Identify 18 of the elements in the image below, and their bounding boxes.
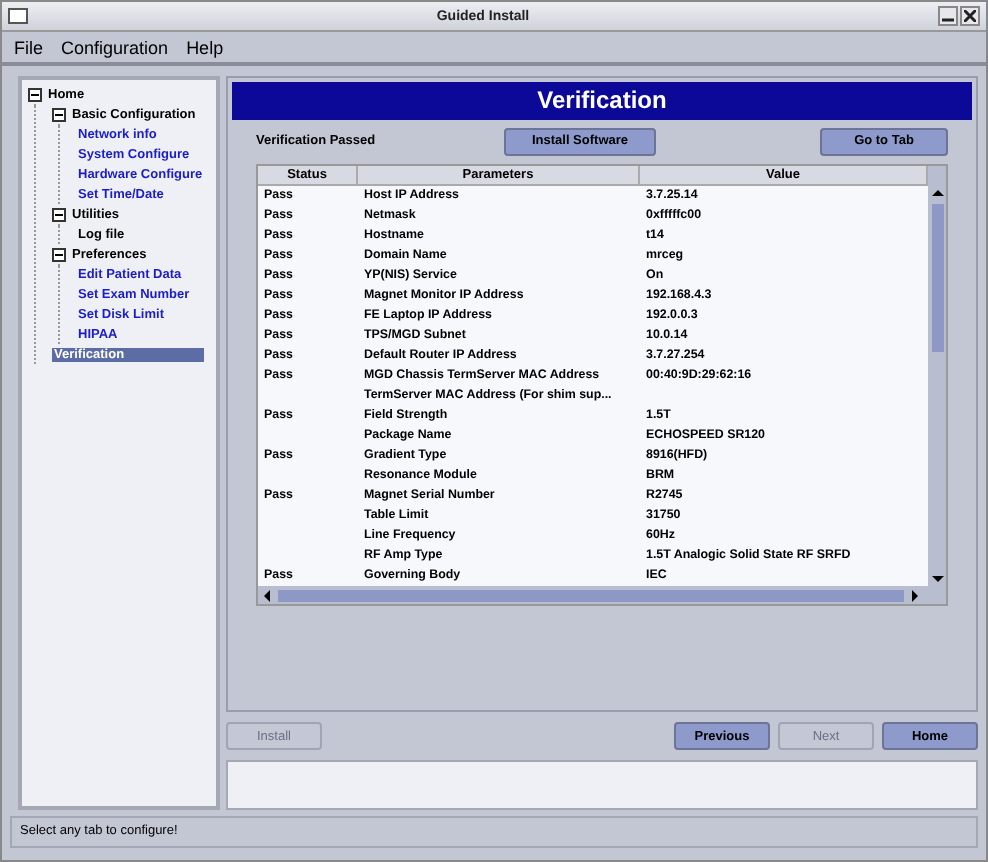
- right-arrow-icon[interactable]: [908, 587, 922, 603]
- minimize-button[interactable]: [938, 6, 958, 26]
- menu-item[interactable]: Configuration: [61, 37, 169, 57]
- horizontal-scrollbar[interactable]: [258, 586, 946, 604]
- collapse-icon[interactable]: [52, 207, 66, 221]
- close-icon: [964, 10, 976, 22]
- vertical-scrollbar[interactable]: [928, 166, 946, 586]
- collapse-icon[interactable]: [52, 107, 66, 121]
- window-icon: [8, 8, 28, 24]
- collapse-icon[interactable]: [28, 87, 42, 101]
- down-arrow-icon[interactable]: [929, 572, 945, 586]
- menu-item[interactable]: Help: [186, 37, 224, 57]
- collapse-icon[interactable]: [52, 247, 66, 261]
- menu-item[interactable]: File: [14, 37, 44, 57]
- up-arrow-icon[interactable]: [929, 186, 945, 200]
- panel-header: Verification: [232, 82, 972, 120]
- left-arrow-icon[interactable]: [260, 587, 274, 603]
- close-button[interactable]: [960, 6, 980, 26]
